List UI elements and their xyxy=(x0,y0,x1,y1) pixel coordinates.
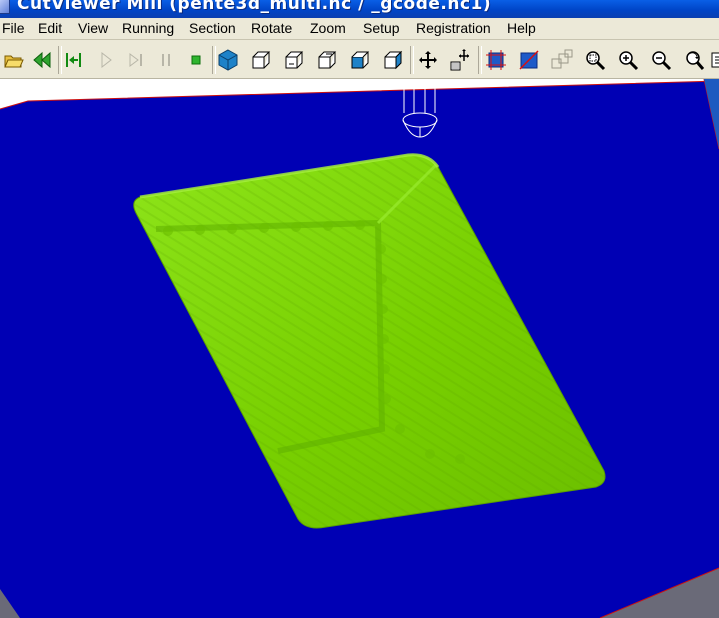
play-icon xyxy=(101,51,112,69)
solid-view-button[interactable] xyxy=(216,48,240,72)
menu-rotate[interactable]: Rotate xyxy=(251,20,292,36)
rewind-icon xyxy=(33,51,51,69)
pause-icon xyxy=(162,54,170,66)
fit-view-button[interactable] xyxy=(708,48,719,72)
stop-icon xyxy=(191,55,201,65)
window-title: CutViewer Mill (pente3d_multi.nc / _gcod… xyxy=(17,0,492,14)
step-to-start-button[interactable] xyxy=(62,48,86,72)
section-box-button[interactable] xyxy=(484,48,508,72)
stop-button[interactable] xyxy=(184,48,208,72)
solid-cube-icon xyxy=(218,49,238,71)
pause-button[interactable] xyxy=(154,48,178,72)
fit-view-icon xyxy=(711,52,719,68)
toolbar-separator xyxy=(478,46,482,74)
cube-view-1-icon xyxy=(252,51,271,69)
menu-zoom[interactable]: Zoom xyxy=(310,20,346,36)
step-forward-button[interactable] xyxy=(124,48,148,72)
cube-view-3-icon xyxy=(318,51,337,69)
view-cube-5-button[interactable] xyxy=(381,48,405,72)
step-forward-icon xyxy=(129,53,142,67)
cube-view-5-icon xyxy=(384,50,403,70)
open-button[interactable] xyxy=(2,48,26,72)
move-hand-icon xyxy=(450,49,469,71)
view-cube-4-button[interactable] xyxy=(348,48,372,72)
zoom-in-icon xyxy=(619,51,639,71)
step-to-start-icon xyxy=(66,53,81,67)
menu-bar: File Edit View Running Section Rotate Zo… xyxy=(0,18,719,40)
zoom-window-icon xyxy=(586,51,606,71)
section-box-icon xyxy=(486,50,506,70)
open-folder-icon xyxy=(4,55,24,68)
pan-button[interactable] xyxy=(416,48,440,72)
stock-3d-view[interactable] xyxy=(0,79,719,618)
zoom-in-button[interactable] xyxy=(616,48,640,72)
outline-windows-icon xyxy=(551,49,573,69)
section-plane-button[interactable] xyxy=(517,48,541,72)
app-icon[interactable] xyxy=(0,0,10,14)
cube-view-2-icon xyxy=(285,51,304,69)
menu-setup[interactable]: Setup xyxy=(363,20,400,36)
menu-section[interactable]: Section xyxy=(189,20,236,36)
move-hand-button[interactable] xyxy=(448,48,472,72)
simulation-viewport[interactable] xyxy=(0,79,719,618)
outline-windows-button[interactable] xyxy=(550,48,574,72)
pan-icon xyxy=(419,51,437,69)
zoom-window-button[interactable] xyxy=(583,48,607,72)
title-bar: CutViewer Mill (pente3d_multi.nc / _gcod… xyxy=(0,0,719,18)
rotate-view-icon xyxy=(686,51,705,70)
toolbar-separator xyxy=(410,46,414,74)
menu-file[interactable]: File xyxy=(2,20,25,36)
section-plane-icon xyxy=(519,50,539,70)
rotate-view-button[interactable] xyxy=(682,48,706,72)
view-cube-3-button[interactable] xyxy=(315,48,339,72)
view-cube-2-button[interactable] xyxy=(282,48,306,72)
rewind-button[interactable] xyxy=(30,48,54,72)
cube-view-4-icon xyxy=(351,51,370,69)
menu-view[interactable]: View xyxy=(78,20,108,36)
menu-running[interactable]: Running xyxy=(122,20,174,36)
menu-edit[interactable]: Edit xyxy=(38,20,62,36)
play-button[interactable] xyxy=(94,48,118,72)
menu-help[interactable]: Help xyxy=(507,20,536,36)
menu-registration[interactable]: Registration xyxy=(416,20,491,36)
zoom-out-icon xyxy=(652,51,672,71)
toolbar xyxy=(0,40,719,79)
view-cube-1-button[interactable] xyxy=(249,48,273,72)
zoom-out-button[interactable] xyxy=(649,48,673,72)
